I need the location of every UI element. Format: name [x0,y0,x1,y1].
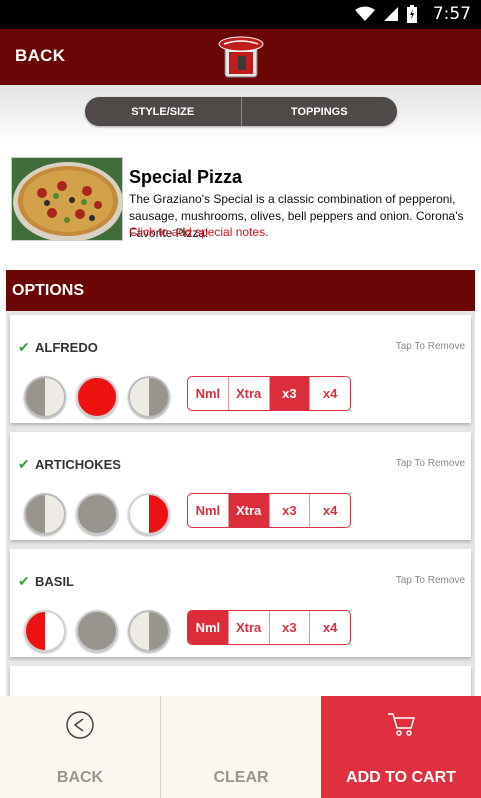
placement-left-half-button[interactable] [24,493,66,535]
topping-name: ALFREDO [35,340,98,355]
add-notes-link[interactable]: Click to add special notes. [129,225,268,239]
placement-right-half-button[interactable] [128,610,170,652]
qty-x4-button[interactable]: x4 [309,494,350,527]
pizza-image-icon [12,158,122,240]
product-image [11,157,123,241]
quantity-selector: Nml Xtra x3 x4 [187,376,351,411]
add-to-cart-button[interactable]: ADD TO CART [321,696,481,798]
checkmark-icon: ✔ [18,573,30,589]
qty-x3-button[interactable]: x3 [268,611,310,644]
tab-style-size[interactable]: STYLE/SIZE [85,97,241,126]
topping-name: BASIL [35,574,74,589]
quantity-selector: Nml Xtra x3 x4 [187,610,351,645]
placement-whole-button[interactable] [76,610,118,652]
options-header: OPTIONS [6,270,475,311]
qty-nml-button[interactable]: Nml [188,377,228,410]
qty-nml-button[interactable]: Nml [188,494,228,527]
tab-bar: STYLE/SIZE TOPPINGS [85,97,397,126]
tap-to-remove[interactable]: Tap To Remove [396,341,465,352]
app-header: BACK [0,29,481,85]
placement-whole-button[interactable] [76,493,118,535]
qty-xtra-button[interactable]: Xtra [227,611,269,644]
quantity-selector: Nml Xtra x3 x4 [187,493,351,528]
tap-to-remove[interactable]: Tap To Remove [396,575,465,586]
topping-name: ARTICHOKES [35,457,121,472]
options-list: ✔ ALFREDO Tap To Remove Nml Xtra x3 x4 ✔… [6,311,475,696]
back-arrow-icon [66,711,94,739]
checkmark-icon: ✔ [18,456,30,472]
signal-icon [384,7,398,21]
topping-card-alfredo: ✔ ALFREDO Tap To Remove Nml Xtra x3 x4 [10,315,471,423]
cart-icon [388,713,416,736]
placement-whole-button[interactable] [76,376,118,418]
qty-x3-button[interactable]: x3 [268,494,310,527]
qty-x3-button[interactable]: x3 [268,377,310,410]
restaurant-logo [218,36,264,78]
product-title: Special Pizza [129,167,243,187]
bottom-bar: BACK CLEAR ADD TO CART [0,696,481,798]
status-icons [355,5,417,23]
clear-button[interactable]: CLEAR [160,696,321,798]
battery-icon [407,5,417,23]
qty-xtra-button[interactable]: Xtra [227,494,269,527]
bottom-back-button[interactable]: BACK [0,696,160,798]
topping-card-artichokes: ✔ ARTICHOKES Tap To Remove Nml Xtra x3 x… [10,432,471,540]
qty-xtra-button[interactable]: Xtra [227,377,269,410]
placement-right-half-button[interactable] [128,493,170,535]
placement-right-half-button[interactable] [128,376,170,418]
placement-left-half-button[interactable] [24,610,66,652]
wifi-icon [355,6,375,21]
tap-to-remove[interactable]: Tap To Remove [396,458,465,469]
tab-toppings[interactable]: TOPPINGS [240,97,398,126]
qty-x4-button[interactable]: x4 [309,611,350,644]
clear-label: CLEAR [213,769,269,786]
checkmark-icon: ✔ [18,339,30,355]
add-to-cart-label: ADD TO CART [346,769,456,786]
status-time: 7:57 [432,4,471,24]
placement-left-half-button[interactable] [24,376,66,418]
topping-card-basil: ✔ BASIL Tap To Remove Nml Xtra x3 x4 [10,549,471,657]
topping-card-partial [10,666,471,696]
qty-x4-button[interactable]: x4 [309,377,350,410]
status-bar: 7:57 [0,0,481,29]
bottom-back-label: BACK [56,769,104,786]
header-back-button[interactable]: BACK [15,46,65,66]
qty-nml-button[interactable]: Nml [188,611,228,644]
